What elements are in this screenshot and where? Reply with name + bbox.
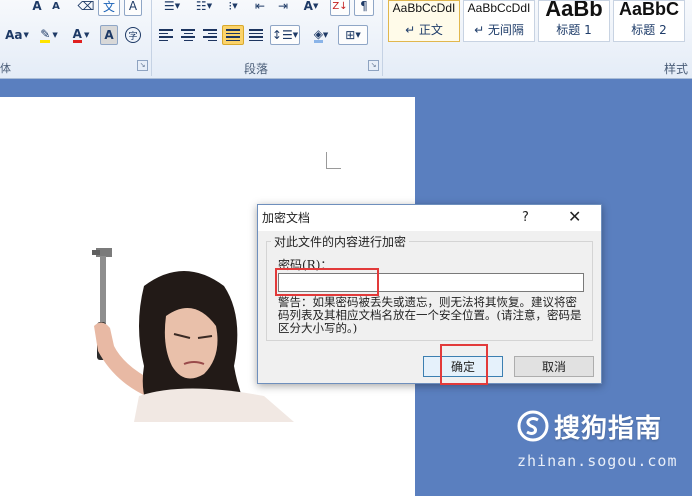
increase-indent-button[interactable]: ⇥ xyxy=(273,0,293,16)
change-case-label: Aa xyxy=(5,28,23,42)
style-name: 标题 1 xyxy=(556,23,592,37)
distribute-icon xyxy=(249,29,263,41)
shrink-font-button[interactable]: A xyxy=(48,0,64,16)
style-heading-2[interactable]: AaBbC 标题 2 xyxy=(613,0,685,42)
watermark-brand: 搜狗指南 xyxy=(554,414,663,444)
style-sample: AaBb xyxy=(545,1,603,17)
group-divider xyxy=(382,0,383,76)
phonetic-guide-button[interactable]: 文 xyxy=(98,0,120,16)
grow-font-button[interactable]: A xyxy=(28,0,46,16)
align-center-button[interactable] xyxy=(178,25,198,45)
bullets-button[interactable]: ☰ ▼ xyxy=(157,0,187,16)
chinese-layout-button[interactable]: A ▼ xyxy=(298,0,324,16)
decrease-indent-button[interactable]: ⇤ xyxy=(250,0,270,16)
sort-button[interactable]: Z↓ xyxy=(330,0,350,16)
margin-corner-mark xyxy=(326,152,341,169)
char-shading-button[interactable]: A xyxy=(100,25,118,45)
cancel-button[interactable]: 取消 xyxy=(514,356,594,377)
font-color-button[interactable]: A ▼ xyxy=(66,25,96,45)
paragraph-dialog-launcher[interactable]: ↘ xyxy=(368,60,379,71)
highlighter-icon: ✎ xyxy=(40,26,51,43)
ok-button[interactable]: 确定 xyxy=(423,356,503,377)
style-name: ↵ 无间隔 xyxy=(474,23,524,37)
styles-group-label: 样式 xyxy=(664,62,689,76)
char-border-top-button[interactable]: A xyxy=(124,0,142,16)
encrypt-group: 对此文件的内容进行加密 密码(R)： 警告：如果密码被丢失或遗忘，则无法将其恢复… xyxy=(266,233,593,341)
align-center-icon xyxy=(181,29,195,41)
char-shading-icon: A xyxy=(104,28,114,42)
password-input[interactable] xyxy=(278,273,584,292)
dialog-title: 加密文档 xyxy=(262,211,311,225)
style-heading-1[interactable]: AaBb 标题 1 xyxy=(538,0,610,42)
password-warning-text: 警告：如果密码被丢失或遗忘，则无法将其恢复。建议将密码列表及其相应文档名放在一个… xyxy=(278,295,582,335)
line-spacing-icon: ↕☰ xyxy=(271,28,293,42)
style-sample: AaBbCcDdI xyxy=(467,1,531,15)
highlight-color-button[interactable]: ✎ ▼ xyxy=(34,25,64,45)
paint-bucket-icon: ◈ xyxy=(313,26,323,43)
encrypt-document-dialog: 加密文档 ? ✕ 对此文件的内容进行加密 密码(R)： 警告：如果密码被丢失或遗… xyxy=(257,204,602,384)
dialog-title-bar[interactable]: 加密文档 ? ✕ xyxy=(258,205,601,231)
shading-button[interactable]: ◈ ▼ xyxy=(306,25,336,45)
paragraph-group-label: 段落 xyxy=(244,62,269,76)
clear-format-icon[interactable]: ⌫ xyxy=(76,0,96,16)
font-dialog-launcher[interactable]: ↘ xyxy=(137,60,148,71)
justify-button[interactable] xyxy=(222,25,244,45)
change-case-button[interactable]: Aa ▼ xyxy=(2,25,32,45)
align-right-icon xyxy=(203,29,217,41)
close-icon[interactable]: ✕ xyxy=(568,205,581,229)
style-sample: AaBbC xyxy=(618,1,679,17)
style-normal[interactable]: AaBbCcDdI ↵ 正文 xyxy=(388,0,460,42)
enclose-char-button[interactable]: 字 xyxy=(122,25,144,45)
style-no-spacing[interactable]: AaBbCcDdI ↵ 无间隔 xyxy=(463,0,535,42)
borders-button[interactable]: ⊞ ▼ xyxy=(338,25,368,45)
font-color-icon: A xyxy=(72,26,82,43)
password-label: 密码(R)： xyxy=(278,258,333,272)
group-divider xyxy=(151,0,152,76)
justify-icon xyxy=(226,29,240,41)
align-right-button[interactable] xyxy=(200,25,220,45)
distribute-button[interactable] xyxy=(246,25,266,45)
font-group-label: 体 xyxy=(0,62,11,75)
show-marks-button[interactable]: ¶ xyxy=(354,0,374,16)
watermark-url: zhinan.sogou.com xyxy=(517,452,678,470)
sogou-logo-icon xyxy=(517,410,549,442)
style-sample: AaBbCcDdI xyxy=(392,1,456,15)
ribbon: A A ⌫ 文 A Aa ▼ ✎ ▼ A ▼ A 字 体 ↘ ☰ ▼ ☷ ▼ ⁝ ▼ ⇤ ⇥… xyxy=(0,0,692,79)
enclose-char-icon: 字 xyxy=(125,27,141,43)
encrypt-group-label: 对此文件的内容进行加密 xyxy=(271,233,410,250)
align-left-button[interactable] xyxy=(156,25,176,45)
numbering-button[interactable]: ☷ ▼ xyxy=(189,0,219,16)
style-name: 标题 2 xyxy=(631,23,667,37)
style-name: ↵ 正文 xyxy=(405,23,443,37)
line-spacing-button[interactable]: ↕☰ ▼ xyxy=(270,25,300,45)
multilevel-list-button[interactable]: ⁝ ▼ xyxy=(221,0,245,16)
align-left-icon xyxy=(159,29,173,41)
help-icon[interactable]: ? xyxy=(522,206,529,230)
borders-icon: ⊞ xyxy=(345,28,356,42)
